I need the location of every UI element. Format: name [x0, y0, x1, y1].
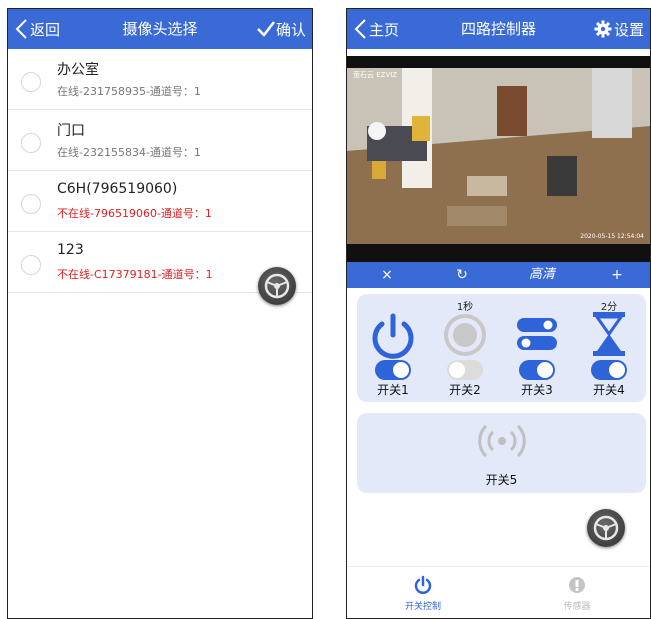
quality-hd-button[interactable]: 高清 [522, 262, 562, 288]
switch-2-duration: 1秒 [456, 302, 474, 313]
home-button[interactable]: 主页 [353, 9, 399, 49]
switch-2[interactable]: 1秒 开关2 [433, 294, 497, 404]
camera-name: C6H(796519060) [57, 181, 178, 197]
floating-assistive-button[interactable] [258, 267, 296, 305]
toggle-pair-icon [515, 314, 559, 358]
hourglass-icon [589, 310, 629, 362]
camera-radio[interactable] [21, 72, 41, 92]
checkmark-icon [257, 21, 275, 37]
camera-item[interactable]: C6H(796519060) 不在线-796519060-通道号：1 [8, 171, 312, 232]
floating-assistive-button[interactable] [587, 509, 625, 547]
camera-status: 不在线-C17379181-通道号：1 [57, 268, 213, 281]
power-icon [367, 311, 419, 367]
video-control-bar: × ↻ 高清 + [347, 262, 650, 288]
settings-label: 设置 [613, 20, 644, 39]
nav-sensor[interactable]: 传感器 [527, 567, 627, 618]
power-icon [414, 575, 432, 594]
camera-radio[interactable] [21, 133, 41, 153]
switch-4-toggle[interactable] [591, 360, 627, 380]
home-label: 主页 [369, 20, 400, 39]
steering-wheel-icon [593, 515, 619, 541]
back-label: 返回 [30, 20, 61, 39]
camera-radio[interactable] [21, 194, 41, 214]
camera-select-header: 返回 摄像头选择 确认 [8, 9, 312, 49]
switch-panel: 开关1 1秒 开关2 开关3 2分 开关4 [357, 294, 646, 402]
close-video-button[interactable]: × [367, 262, 407, 288]
switch-4-label: 开关4 [593, 383, 625, 397]
settings-button[interactable]: 设置 [594, 9, 644, 49]
confirm-button[interactable]: 确认 [256, 9, 306, 49]
switch-1[interactable]: 开关1 [361, 294, 425, 404]
confirm-label: 确认 [275, 20, 306, 39]
push-button-icon [442, 312, 488, 362]
camera-video-feed[interactable]: 萤石云 EZVIZ 2020-05-15 12:54:04 [347, 56, 650, 262]
camera-item[interactable]: 办公室 在线-231758935-通道号：1 [8, 49, 312, 110]
switch-4[interactable]: 2分 开关4 [577, 294, 641, 404]
video-timestamp: 2020-05-15 12:54:04 [580, 233, 644, 240]
switch-2-label: 开关2 [449, 383, 481, 397]
switch-3-label: 开关3 [521, 383, 553, 397]
switch-5-label: 开关5 [485, 473, 518, 487]
switch-3-toggle[interactable] [519, 360, 555, 380]
switch-1-label: 开关1 [377, 383, 409, 397]
refresh-video-button[interactable]: ↻ [442, 262, 482, 288]
nav-sensor-label: 传感器 [563, 602, 591, 612]
switch-3[interactable]: 开关3 [505, 294, 569, 404]
gear-icon [594, 20, 612, 38]
camera-name: 门口 [57, 123, 85, 139]
chevron-left-icon [15, 19, 27, 39]
controller-header: 主页 四路控制器 设置 [347, 9, 650, 49]
camera-item[interactable]: 门口 在线-232155834-通道号：1 [8, 110, 312, 171]
controller-screen: 主页 四路控制器 设置 萤石云 EZVIZ 2020-05-15 12:54:0… [346, 8, 651, 619]
camera-name: 123 [57, 242, 84, 258]
camera-status: 在线-232155834-通道号：1 [57, 146, 201, 159]
nav-switch-control[interactable]: 开关控制 [373, 567, 473, 618]
camera-list: 办公室 在线-231758935-通道号：1 门口 在线-232155834-通… [8, 49, 312, 293]
camera-status: 在线-231758935-通道号：1 [57, 85, 201, 98]
back-button[interactable]: 返回 [14, 9, 60, 49]
bottom-nav: 开关控制 传感器 [347, 566, 650, 618]
video-frame-image [347, 56, 650, 262]
camera-select-screen: 返回 摄像头选择 确认 办公室 在线-231758935-通道号：1 门口 在线… [7, 8, 313, 619]
video-logo: 萤石云 EZVIZ [353, 71, 398, 79]
switch-5[interactable]: 开关5 [357, 413, 646, 493]
sensor-icon [569, 577, 585, 593]
switch-2-toggle[interactable] [447, 360, 483, 380]
add-camera-button[interactable]: + [597, 262, 637, 288]
camera-radio[interactable] [21, 255, 41, 275]
steering-wheel-icon [264, 273, 290, 299]
camera-status: 不在线-796519060-通道号：1 [57, 207, 212, 220]
nav-switch-control-label: 开关控制 [404, 602, 441, 612]
wireless-signal-icon [477, 419, 527, 467]
chevron-left-icon [354, 19, 366, 39]
switch-1-toggle[interactable] [375, 360, 411, 380]
camera-name: 办公室 [57, 62, 99, 78]
